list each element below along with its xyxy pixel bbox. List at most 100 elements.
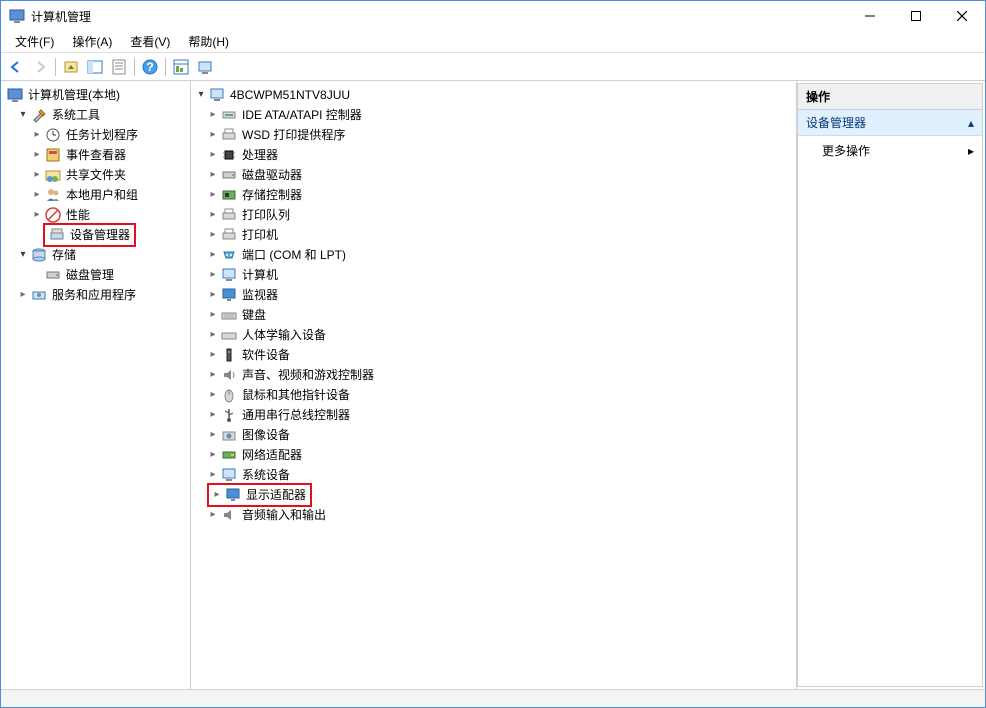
- expander-icon[interactable]: [207, 169, 219, 181]
- actions-section-title[interactable]: 设备管理器 ▴: [798, 110, 982, 136]
- expander-icon[interactable]: [17, 109, 29, 121]
- back-button[interactable]: [5, 56, 27, 78]
- device-storage-ctrl[interactable]: 存储控制器: [193, 185, 794, 205]
- device-ports[interactable]: 端口 (COM 和 LPT): [193, 245, 794, 265]
- properties-button[interactable]: [108, 56, 130, 78]
- expander-icon[interactable]: [17, 289, 29, 301]
- up-button[interactable]: [60, 56, 82, 78]
- storage-controller-icon: [221, 187, 237, 203]
- expander-icon[interactable]: [207, 449, 219, 461]
- maximize-button[interactable]: [893, 1, 939, 31]
- network-adapter-icon: [221, 447, 237, 463]
- expander-icon[interactable]: [31, 169, 43, 181]
- expander-icon[interactable]: [207, 389, 219, 401]
- tree-root-computer-management[interactable]: 计算机管理(本地): [3, 85, 188, 105]
- imaging-icon: [221, 427, 237, 443]
- device-display-adapter[interactable]: 显示适配器: [193, 485, 794, 505]
- device-printers[interactable]: 打印机: [193, 225, 794, 245]
- computer-management-icon: [7, 87, 23, 103]
- system-tools-icon: [31, 107, 47, 123]
- device-software-dev[interactable]: 软件设备: [193, 345, 794, 365]
- device-mice[interactable]: 鼠标和其他指针设备: [193, 385, 794, 405]
- expander-icon[interactable]: [207, 289, 219, 301]
- expander-icon[interactable]: [207, 149, 219, 161]
- tree-task-scheduler[interactable]: 任务计划程序: [3, 125, 188, 145]
- expander-icon[interactable]: [207, 469, 219, 481]
- local-users-icon: [45, 187, 61, 203]
- expander-icon[interactable]: [207, 349, 219, 361]
- expander-icon[interactable]: [207, 329, 219, 341]
- tree-local-users[interactable]: 本地用户和组: [3, 185, 188, 205]
- expander-icon[interactable]: [207, 189, 219, 201]
- view-mode-button[interactable]: [170, 56, 192, 78]
- tree-storage[interactable]: 存储: [3, 245, 188, 265]
- tree-shared-folders[interactable]: 共享文件夹: [3, 165, 188, 185]
- expander-icon[interactable]: [207, 369, 219, 381]
- help-button[interactable]: ?: [139, 56, 161, 78]
- device-monitors[interactable]: 监视器: [193, 285, 794, 305]
- expander-icon[interactable]: [31, 129, 43, 141]
- device-imaging[interactable]: 图像设备: [193, 425, 794, 445]
- expander-icon[interactable]: [195, 89, 207, 101]
- usb-icon: [221, 407, 237, 423]
- expander-icon[interactable]: [207, 249, 219, 261]
- menu-view[interactable]: 查看(V): [122, 31, 178, 52]
- system-device-icon: [221, 467, 237, 483]
- expander-icon[interactable]: [207, 409, 219, 421]
- device-computer[interactable]: 计算机: [193, 265, 794, 285]
- keyboard-icon: [221, 307, 237, 323]
- device-usb[interactable]: 通用串行总线控制器: [193, 405, 794, 425]
- expander-icon[interactable]: [207, 309, 219, 321]
- tree-services-apps[interactable]: 服务和应用程序: [3, 285, 188, 305]
- ports-icon: [221, 247, 237, 263]
- expander-icon[interactable]: [207, 429, 219, 441]
- menu-bar: 文件(F) 操作(A) 查看(V) 帮助(H): [1, 31, 985, 53]
- forward-button[interactable]: [29, 56, 51, 78]
- device-sound[interactable]: 声音、视频和游戏控制器: [193, 365, 794, 385]
- actions-pane: 操作 设备管理器 ▴ 更多操作 ▸: [797, 83, 983, 687]
- wsd-print-icon: [221, 127, 237, 143]
- device-print-queue[interactable]: 打印队列: [193, 205, 794, 225]
- device-audio-io[interactable]: 音频输入和输出: [193, 505, 794, 525]
- device-system[interactable]: 系统设备: [193, 465, 794, 485]
- cpu-icon: [221, 147, 237, 163]
- tree-system-tools[interactable]: 系统工具: [3, 105, 188, 125]
- expander-icon[interactable]: [207, 509, 219, 521]
- device-hid[interactable]: 人体学输入设备: [193, 325, 794, 345]
- chevron-right-icon: ▸: [968, 144, 974, 158]
- menu-help[interactable]: 帮助(H): [180, 31, 237, 52]
- show-hide-tree-button[interactable]: [84, 56, 106, 78]
- minimize-button[interactable]: [847, 1, 893, 31]
- collapse-icon: ▴: [968, 116, 974, 130]
- expander-icon[interactable]: [207, 209, 219, 221]
- device-manager-pane[interactable]: 4BCWPM51NTV8JUU IDE ATA/ATAPI 控制器 WSD 打印…: [191, 81, 797, 689]
- refresh-button[interactable]: [194, 56, 216, 78]
- hid-icon: [221, 327, 237, 343]
- tree-performance[interactable]: 性能: [3, 205, 188, 225]
- device-ide[interactable]: IDE ATA/ATAPI 控制器: [193, 105, 794, 125]
- expander-icon[interactable]: [207, 129, 219, 141]
- expander-icon[interactable]: [207, 109, 219, 121]
- expander-icon[interactable]: [211, 489, 223, 501]
- menu-action[interactable]: 操作(A): [64, 31, 120, 52]
- device-root[interactable]: 4BCWPM51NTV8JUU: [193, 85, 794, 105]
- expander-icon[interactable]: [207, 229, 219, 241]
- expander-icon[interactable]: [31, 149, 43, 161]
- device-keyboards[interactable]: 键盘: [193, 305, 794, 325]
- console-tree-pane[interactable]: 计算机管理(本地) 系统工具 任务计划程序 事件查看器 共享文件夹: [1, 81, 191, 689]
- menu-file[interactable]: 文件(F): [7, 31, 62, 52]
- expander-icon[interactable]: [17, 249, 29, 261]
- device-disk-drives[interactable]: 磁盘驱动器: [193, 165, 794, 185]
- expander-icon[interactable]: [207, 269, 219, 281]
- disk-drive-icon: [221, 167, 237, 183]
- device-network[interactable]: 网络适配器: [193, 445, 794, 465]
- tree-device-manager[interactable]: 设备管理器: [3, 225, 188, 245]
- tree-event-viewer[interactable]: 事件查看器: [3, 145, 188, 165]
- expander-icon[interactable]: [31, 189, 43, 201]
- device-cpu[interactable]: 处理器: [193, 145, 794, 165]
- actions-more[interactable]: 更多操作 ▸: [798, 136, 982, 165]
- expander-icon[interactable]: [31, 209, 43, 221]
- close-button[interactable]: [939, 1, 985, 31]
- tree-disk-management[interactable]: 磁盘管理: [3, 265, 188, 285]
- device-wsd[interactable]: WSD 打印提供程序: [193, 125, 794, 145]
